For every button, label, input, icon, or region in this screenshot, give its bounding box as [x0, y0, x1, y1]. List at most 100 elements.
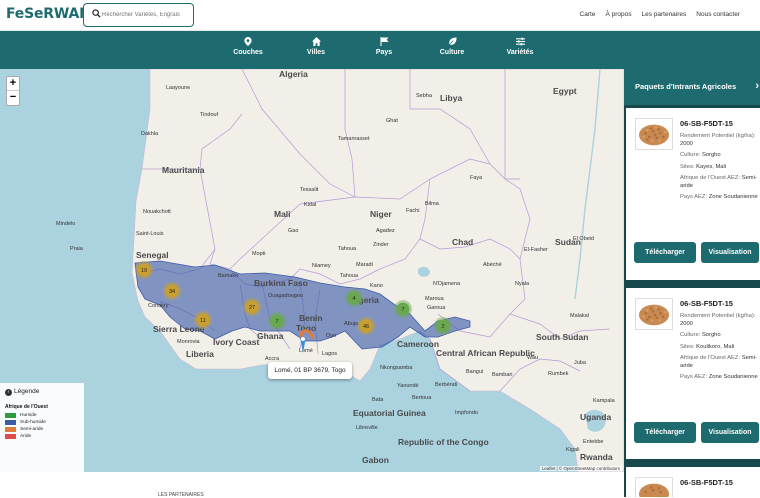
city-el-fasher: El-Fasher: [524, 247, 548, 253]
city-agadez: Agadez: [376, 228, 395, 234]
city-niamey: Niamey: [312, 263, 331, 269]
sorghum-grain-image: [635, 118, 673, 150]
package-code: 06-SB-F5DT-15: [680, 119, 733, 128]
cluster-marker[interactable]: 7: [268, 312, 286, 330]
city-tahoua2: Tahoua: [340, 273, 359, 279]
search-input[interactable]: [102, 6, 192, 24]
menu-pays-label: Pays: [375, 49, 393, 56]
crop-label: Culture:: [680, 332, 701, 339]
zoom-in-button[interactable]: +: [7, 77, 19, 91]
nav-link-partenaires[interactable]: Les partenaires: [641, 11, 686, 18]
country-label-gabon: Gabon: [362, 455, 389, 465]
country-label-equatorial-guinea: Equatorial Guinea: [353, 408, 426, 418]
menu-couches[interactable]: Couches: [218, 37, 278, 56]
city-nyala: Nyala: [515, 281, 530, 287]
country-aez-label: Pays AEZ:: [680, 194, 708, 201]
menu-culture[interactable]: Culture: [422, 37, 482, 56]
search-box[interactable]: [83, 3, 194, 27]
package-details: Rendement Potentiel (kg/ha): 2000 Cultur…: [680, 312, 760, 381]
sites-label: Sites:: [680, 163, 695, 170]
panel-header: Paquets d'Intrants Agricoles ›: [624, 69, 760, 105]
menu-varietes[interactable]: Variétés: [490, 37, 550, 56]
city-tindouf: Tindouf: [200, 112, 219, 118]
package-details: Rendement Potentiel (kg/ha): 2000 Cultur…: [680, 132, 760, 201]
city-ndjamena: N'Djamena: [433, 281, 461, 287]
city-tahoua: Tahoua: [338, 246, 357, 252]
download-button[interactable]: Télécharger: [634, 242, 696, 263]
country-label-car: Central African Republic: [436, 348, 535, 358]
sites-value: Kayes, Mali: [696, 163, 727, 170]
cluster-count: 7: [401, 307, 404, 313]
nav-link-carte[interactable]: Carte: [580, 11, 596, 18]
city-kidal: Kidal: [304, 202, 316, 208]
city-libreville: Libreville: [356, 425, 378, 431]
country-label-chad: Chad: [452, 237, 473, 247]
country-label-congo: Republic of the Congo: [398, 437, 489, 447]
map-attribution[interactable]: Leaflet | © OpenStreetMap contributors: [539, 466, 622, 471]
location-popup[interactable]: Lomé, 01 BP 3679, Togo: [268, 362, 352, 379]
map-marker-icon: [244, 37, 252, 46]
city-kano: Kano: [370, 283, 383, 289]
menu-couches-label: Couches: [233, 49, 263, 56]
package-code: 06-SB-F5DT-15: [680, 299, 733, 308]
country-aez-value: Zone Soudanienne: [708, 194, 758, 201]
city-ghat: Ghat: [386, 118, 398, 124]
map-tiles[interactable]: Algeria Libya Egypt Mauritania Mali Nige…: [0, 69, 624, 472]
city-lome: Lomé: [299, 348, 313, 354]
panel-collapse-icon[interactable]: ›: [755, 80, 759, 92]
cluster-count: 7: [275, 319, 278, 325]
legend-swatch: [5, 427, 16, 432]
country-label-egypt: Egypt: [553, 86, 577, 96]
results-panel: Paquets d'Intrants Agricoles › 06-SB-F5D…: [624, 69, 760, 497]
aez-label: Afrique de l'Ouest AEZ:: [680, 174, 741, 181]
city-saint-louis: Saint-Louis: [136, 231, 164, 237]
download-button[interactable]: Télécharger: [634, 422, 696, 443]
aez-label: Afrique de l'Ouest AEZ:: [680, 354, 741, 361]
nav-link-apropos[interactable]: À propos: [605, 11, 631, 18]
country-aez-label: Pays AEZ:: [680, 374, 708, 381]
zoom-out-button[interactable]: −: [7, 91, 19, 105]
cluster-marker[interactable]: 19: [135, 261, 153, 279]
cluster-marker[interactable]: 11: [194, 311, 212, 329]
city-bata: Bata: [372, 397, 384, 403]
city-rumbek: Rumbek: [548, 371, 569, 377]
cluster-count: 34: [169, 289, 175, 295]
city-malakal: Malakal: [570, 313, 589, 319]
sliders-icon: [515, 37, 525, 46]
menu-villes[interactable]: Villes: [286, 37, 346, 56]
map-view[interactable]: Algeria Libya Egypt Mauritania Mali Nige…: [0, 69, 624, 472]
view-button[interactable]: Visualisation: [701, 422, 759, 443]
legend-subtitle: Afrique de l'Ouest: [5, 404, 48, 410]
cluster-marker[interactable]: 46: [357, 317, 375, 335]
brand-logo[interactable]: FeSeRWAM: [6, 6, 93, 22]
yield-label: Rendement Potentiel (kg/ha):: [680, 313, 756, 319]
cluster-marker[interactable]: 7: [394, 300, 412, 318]
crop-value: Sorgho: [701, 332, 721, 339]
cluster-marker[interactable]: 4: [345, 289, 363, 307]
cluster-marker[interactable]: 34: [163, 282, 181, 300]
country-label-cameroon: Cameroon: [397, 339, 439, 349]
city-lagos: Lagos: [322, 351, 337, 357]
cluster-marker[interactable]: 27: [243, 298, 261, 316]
city-yaounde: Yaoundé: [397, 383, 419, 389]
cluster-marker[interactable]: 2: [434, 317, 452, 335]
menu-pays[interactable]: Pays: [354, 37, 414, 56]
country-label-benin: Benin: [299, 313, 323, 323]
yield-value: 2000: [680, 141, 693, 148]
city-laayoune: Laayoune: [166, 85, 190, 91]
search-icon: [92, 9, 101, 18]
city-entebbe: Entebbe: [583, 439, 604, 445]
city-tessalit: Tessalit: [300, 187, 319, 193]
sorghum-grain-image: [635, 477, 673, 497]
cluster-count: 11: [200, 318, 206, 324]
view-button[interactable]: Visualisation: [701, 242, 759, 263]
city-oyo: Oyo: [326, 333, 336, 339]
city-monrovia: Monrovia: [177, 339, 201, 345]
nav-link-contact[interactable]: Nous contacter: [696, 11, 740, 18]
flag-icon: [379, 37, 389, 46]
legend-collapse-icon[interactable]: ‹: [5, 389, 12, 396]
city-faya: Faya: [470, 175, 483, 181]
sites-value: Koulikoro, Mali: [696, 343, 735, 350]
yield-label: Rendement Potentiel (kg/ha):: [680, 133, 756, 139]
city-bangui: Bangui: [466, 369, 483, 375]
